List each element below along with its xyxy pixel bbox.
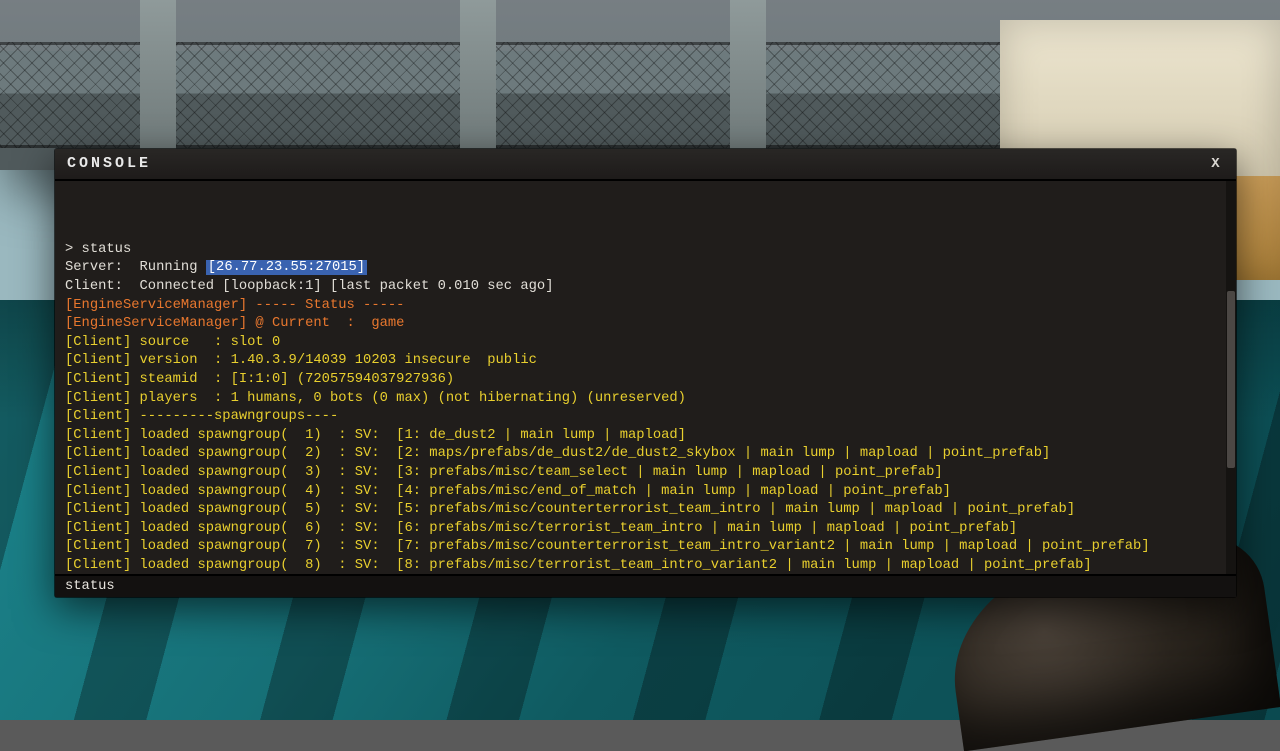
- console-line: [EngineServiceManager] ----- Status ----…: [65, 297, 1226, 316]
- console-line: [Client] loaded spawngroup( 3) : SV: [3:…: [65, 464, 1226, 483]
- console-title: CONSOLE: [67, 155, 151, 172]
- console-line: [Client] loaded spawngroup( 7) : SV: [7:…: [65, 538, 1226, 557]
- console-text: [Client] loaded spawngroup( 6) : SV: [6:…: [65, 521, 1017, 536]
- console-line: [Client] players : 1 humans, 0 bots (0 m…: [65, 390, 1226, 409]
- console-line: Client: Connected [loopback:1] [last pac…: [65, 278, 1226, 297]
- close-icon: X: [1211, 156, 1222, 172]
- console-line: [Client] source : slot 0: [65, 334, 1226, 353]
- console-text: [Client] loaded spawngroup( 2) : SV: [2:…: [65, 446, 1050, 461]
- console-line: Server: Running [26.77.23.55:27015]: [65, 259, 1226, 278]
- console-text: [Client] loaded spawngroup( 5) : SV: [5:…: [65, 502, 1075, 517]
- console-text: [Client] steamid : [I:1:0] (720575940379…: [65, 372, 454, 387]
- console-text: [26.77.23.55:27015]: [206, 260, 367, 275]
- console-text: [Client] version : 1.40.3.9/14039 10203 …: [65, 353, 537, 368]
- console-line: [Client] steamid : [I:1:0] (720575940379…: [65, 371, 1226, 390]
- scrollbar-thumb[interactable]: [1227, 291, 1235, 468]
- console-title-bar[interactable]: CONSOLE X: [55, 149, 1236, 180]
- console-text: [Client] loaded spawngroup( 7) : SV: [7:…: [65, 539, 1150, 554]
- developer-console-window: CONSOLE X > status Server: Running [26.77…: [55, 149, 1236, 597]
- console-text: [Client] loaded spawngroup( 4) : SV: [4:…: [65, 484, 951, 499]
- console-text: [EngineServiceManager] ----- Status ----…: [65, 298, 404, 313]
- console-text: [Client] loaded spawngroup( 8) : SV: [8:…: [65, 558, 1092, 573]
- console-text: [EngineServiceManager] @ Current : game: [65, 316, 404, 331]
- console-line: [Client] loaded spawngroup( 2) : SV: [2:…: [65, 445, 1226, 464]
- scrollbar-track[interactable]: [1226, 181, 1236, 574]
- console-text: Server: Running: [65, 260, 206, 275]
- console-text: Client: Connected [loopback:1] [last pac…: [65, 279, 554, 294]
- console-line: [Client] loaded spawngroup( 6) : SV: [6:…: [65, 520, 1226, 539]
- console-input-row: [55, 575, 1236, 597]
- console-text: > status: [65, 242, 131, 257]
- console-line: [Client] version : 1.40.3.9/14039 10203 …: [65, 352, 1226, 371]
- console-text: [Client] players : 1 humans, 0 bots (0 m…: [65, 391, 686, 406]
- console-text: [Client] ---------spawngroups----: [65, 409, 338, 424]
- console-line: [Client] ---------spawngroups----: [65, 408, 1226, 427]
- console-text: [Client] loaded spawngroup( 1) : SV: [1:…: [65, 428, 686, 443]
- console-line: [Client] loaded spawngroup( 1) : SV: [1:…: [65, 427, 1226, 446]
- console-line: [EngineServiceManager] @ Current : game: [65, 315, 1226, 334]
- console-line: [Client] loaded spawngroup( 8) : SV: [8:…: [65, 557, 1226, 575]
- console-line: [Client] loaded spawngroup( 4) : SV: [4:…: [65, 483, 1226, 502]
- console-text: [Client] source : slot 0: [65, 335, 280, 350]
- console-output[interactable]: > status Server: Running [26.77.23.55:270…: [55, 180, 1236, 575]
- console-line: [Client] loaded spawngroup( 5) : SV: [5:…: [65, 501, 1226, 520]
- console-text: [Client] loaded spawngroup( 3) : SV: [3:…: [65, 465, 943, 480]
- console-line: > status: [65, 241, 1226, 260]
- console-input[interactable]: [63, 578, 1228, 595]
- close-button[interactable]: X: [1202, 149, 1232, 179]
